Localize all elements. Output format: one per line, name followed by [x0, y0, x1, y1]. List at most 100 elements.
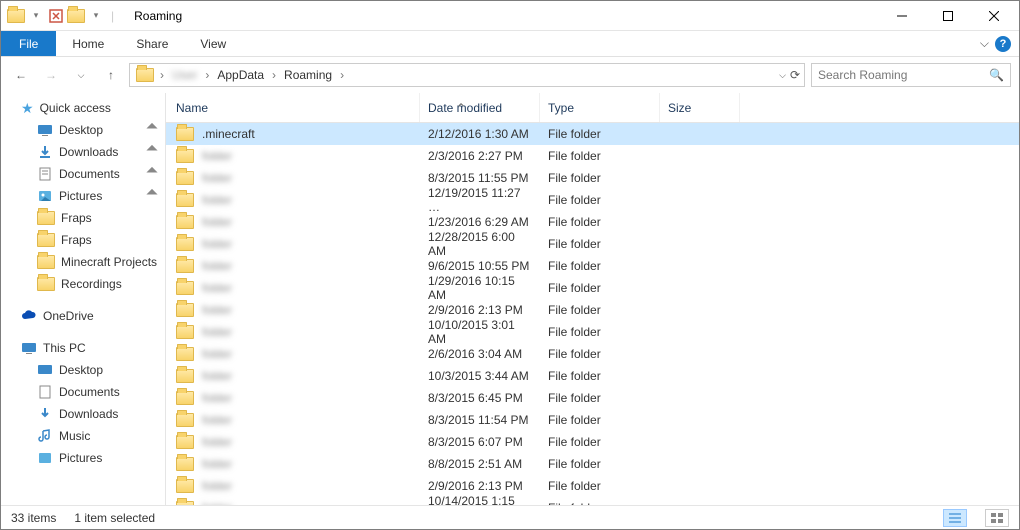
thumbnails-view-button[interactable]: [985, 509, 1009, 527]
sidebar-item-documents[interactable]: Documents: [1, 163, 165, 185]
details-view-button[interactable]: [943, 509, 967, 527]
sidebar-pc-downloads[interactable]: Downloads: [1, 403, 165, 425]
tab-view[interactable]: View: [184, 31, 242, 56]
sidebar-pc-music[interactable]: Music: [1, 425, 165, 447]
sidebar-item-pictures[interactable]: Pictures: [1, 185, 165, 207]
music-icon: [37, 428, 53, 444]
file-type: File folder: [540, 215, 660, 229]
sidebar-this-pc[interactable]: This PC: [1, 337, 165, 359]
window-title: Roaming: [134, 9, 182, 23]
status-bar: 33 items 1 item selected: [1, 505, 1019, 529]
file-type: File folder: [540, 149, 660, 163]
qat-dropdown-icon[interactable]: ▾: [27, 7, 45, 25]
address-box[interactable]: › User › AppData › Roaming › ⌵ ⟳: [129, 63, 805, 87]
address-dropdown-icon[interactable]: ⌵: [779, 70, 786, 81]
file-type: File folder: [540, 237, 660, 251]
table-row[interactable]: folder8/3/2015 6:07 PMFile folder: [166, 431, 1019, 453]
chevron-right-icon[interactable]: ›: [338, 68, 346, 82]
folder-icon: [176, 457, 194, 471]
file-type: File folder: [540, 369, 660, 383]
sidebar-item-recordings[interactable]: Recordings: [1, 273, 165, 295]
recent-dropdown-icon[interactable]: ⌵: [69, 63, 93, 87]
navigation-pane[interactable]: ★Quick access Desktop Downloads Document…: [1, 93, 166, 505]
table-row[interactable]: folder9/6/2015 10:55 PMFile folder: [166, 255, 1019, 277]
help-icon[interactable]: ?: [995, 36, 1011, 52]
file-name: folder: [202, 259, 232, 273]
sidebar-item-desktop[interactable]: Desktop: [1, 119, 165, 141]
folder-icon: [136, 68, 154, 82]
file-type: File folder: [540, 127, 660, 141]
maximize-button[interactable]: [925, 1, 971, 30]
table-row[interactable]: folder1/23/2016 6:29 AMFile folder: [166, 211, 1019, 233]
table-row[interactable]: folder10/3/2015 3:44 AMFile folder: [166, 365, 1019, 387]
folder-icon: [176, 391, 194, 405]
table-row[interactable]: folder8/3/2015 6:45 PMFile folder: [166, 387, 1019, 409]
file-date: 10/14/2015 1:15 PM: [420, 494, 540, 505]
file-rows[interactable]: .minecraft2/12/2016 1:30 AMFile folderfo…: [166, 123, 1019, 505]
column-date[interactable]: Date modified: [420, 93, 540, 122]
table-row[interactable]: folder2/6/2016 3:04 AMFile folder: [166, 343, 1019, 365]
sidebar-quick-access[interactable]: ★Quick access: [1, 97, 165, 119]
file-type: File folder: [540, 413, 660, 427]
title-bar: ▾ ▾ | Roaming: [1, 1, 1019, 31]
breadcrumb-roaming[interactable]: Roaming: [278, 64, 338, 86]
sidebar-pc-documents[interactable]: Documents: [1, 381, 165, 403]
sidebar-onedrive[interactable]: OneDrive: [1, 305, 165, 327]
file-name: folder: [202, 281, 232, 295]
refresh-icon[interactable]: ⟳: [790, 68, 800, 82]
chevron-right-icon[interactable]: ›: [203, 68, 211, 82]
sidebar-pc-desktop[interactable]: Desktop: [1, 359, 165, 381]
table-row[interactable]: folder8/8/2015 2:51 AMFile folder: [166, 453, 1019, 475]
sidebar-item-fraps[interactable]: Fraps: [1, 207, 165, 229]
table-row[interactable]: folder10/14/2015 1:15 PMFile folder: [166, 497, 1019, 505]
status-item-count: 33 items: [11, 511, 56, 525]
minimize-button[interactable]: [879, 1, 925, 30]
column-name[interactable]: Name: [166, 93, 420, 122]
file-name: folder: [202, 325, 232, 339]
table-row[interactable]: folder12/19/2015 11:27 …File folder: [166, 189, 1019, 211]
sidebar-label: Fraps: [61, 233, 92, 247]
search-input[interactable]: Search Roaming 🔍: [811, 63, 1011, 87]
file-tab[interactable]: File: [1, 31, 56, 56]
sidebar-item-minecraft-projects[interactable]: Minecraft Projects: [1, 251, 165, 273]
breadcrumb-user[interactable]: User: [166, 64, 203, 86]
table-row[interactable]: folder2/9/2016 2:13 PMFile folder: [166, 299, 1019, 321]
file-name: folder: [202, 435, 232, 449]
properties-icon[interactable]: [47, 7, 65, 25]
column-size[interactable]: Size: [660, 93, 740, 122]
breadcrumb-appdata[interactable]: AppData: [211, 64, 270, 86]
tab-share[interactable]: Share: [120, 31, 184, 56]
back-button[interactable]: ←: [9, 63, 33, 87]
file-date: 10/10/2015 3:01 AM: [420, 318, 540, 346]
table-row[interactable]: folder8/3/2015 11:55 PMFile folder: [166, 167, 1019, 189]
file-date: 2/3/2016 2:27 PM: [420, 149, 540, 163]
table-row[interactable]: folder 10/10/2015 3:01 AMFile folder: [166, 321, 1019, 343]
qat-dropdown-icon[interactable]: ▾: [87, 7, 105, 25]
tab-home[interactable]: Home: [56, 31, 120, 56]
up-button[interactable]: ↑: [99, 63, 123, 87]
close-button[interactable]: [971, 1, 1017, 30]
file-type: File folder: [540, 501, 660, 505]
chevron-right-icon[interactable]: ›: [158, 68, 166, 82]
sidebar-label: Desktop: [59, 363, 103, 377]
column-type[interactable]: Type: [540, 93, 660, 122]
column-headers: Name ⌃ Date modified Type Size: [166, 93, 1019, 123]
chevron-right-icon[interactable]: ›: [270, 68, 278, 82]
file-name: .minecraft: [202, 127, 255, 141]
folder-icon: [176, 413, 194, 427]
table-row[interactable]: folder8/3/2015 11:54 PMFile folder: [166, 409, 1019, 431]
ribbon-expand-icon[interactable]: ⌵: [980, 36, 989, 51]
sidebar-pc-pictures[interactable]: Pictures: [1, 447, 165, 469]
file-type: File folder: [540, 325, 660, 339]
table-row[interactable]: folder12/28/2015 6:00 AMFile folder: [166, 233, 1019, 255]
sidebar-item-fraps[interactable]: Fraps: [1, 229, 165, 251]
table-row[interactable]: .minecraft2/12/2016 1:30 AMFile folder: [166, 123, 1019, 145]
sidebar-label: Pictures: [59, 451, 102, 465]
table-row[interactable]: folder2/3/2016 2:27 PMFile folder: [166, 145, 1019, 167]
sidebar-item-downloads[interactable]: Downloads: [1, 141, 165, 163]
quick-access-toolbar: ▾ ▾: [3, 7, 105, 25]
table-row[interactable]: folder1/29/2016 10:15 AMFile folder: [166, 277, 1019, 299]
download-icon: [37, 406, 53, 422]
table-row[interactable]: folder2/9/2016 2:13 PMFile folder: [166, 475, 1019, 497]
sidebar-label: OneDrive: [43, 309, 94, 323]
